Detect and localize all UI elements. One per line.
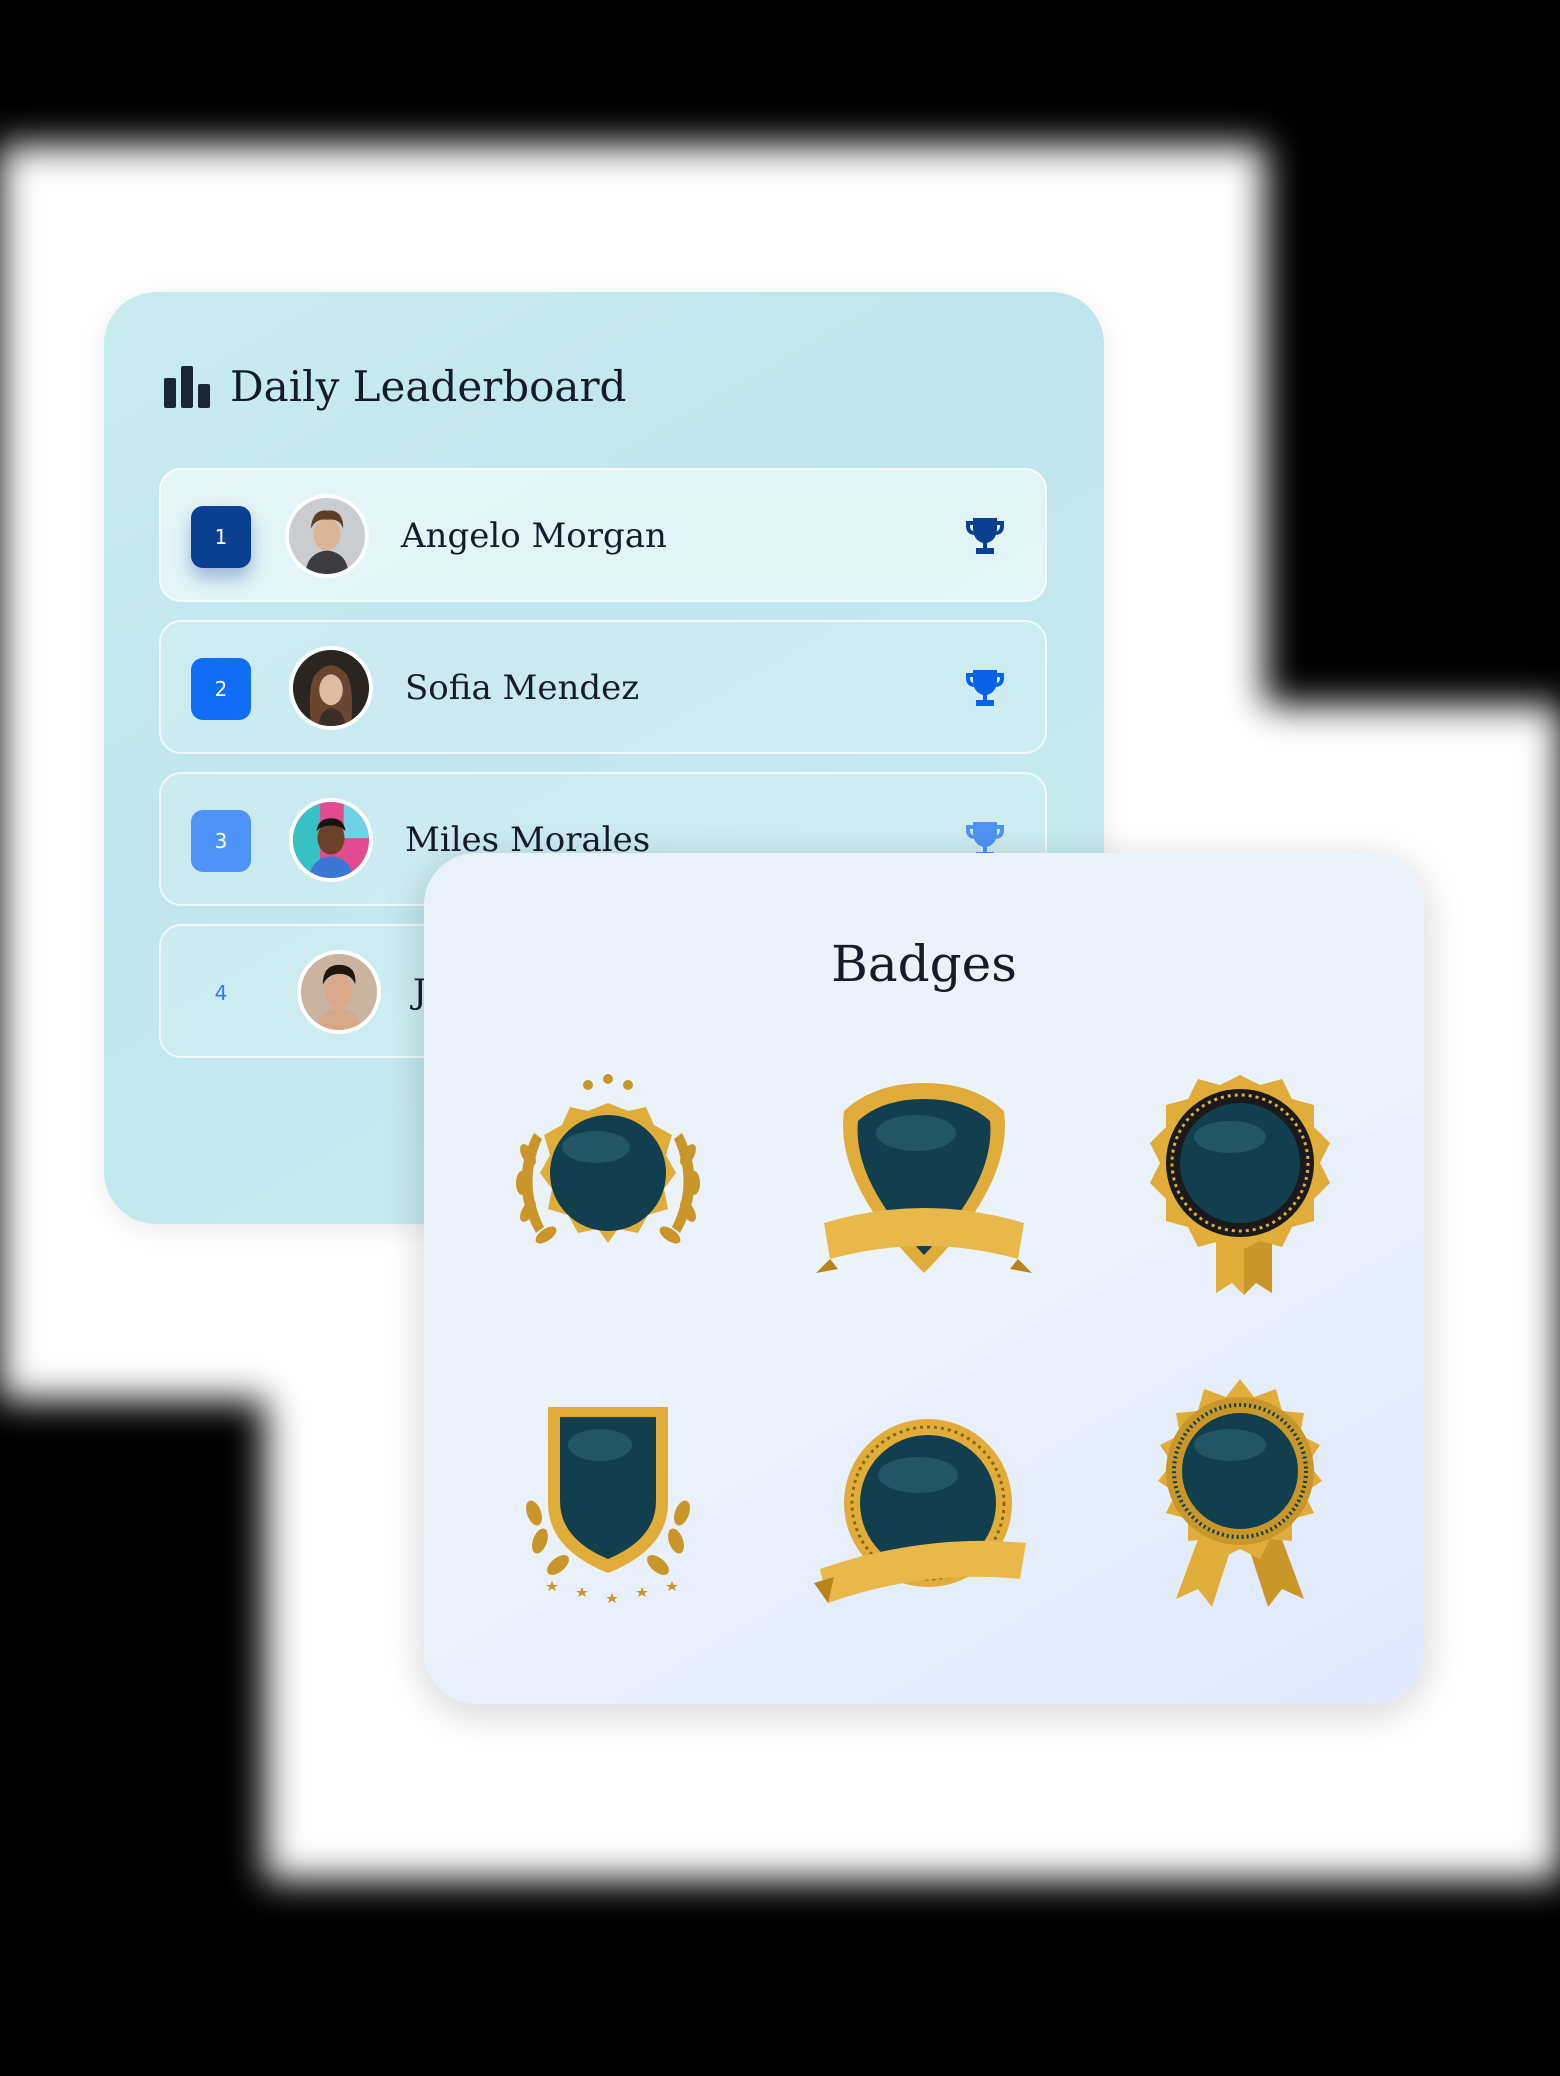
rank-badge: 4 [214,981,228,1005]
leaderboard-header: Daily Leaderboard [164,362,626,411]
rank-badge: 3 [191,810,251,872]
bar-chart-icon [164,365,210,408]
circle-ribbon-badge-icon[interactable] [804,1393,1044,1633]
shield-ribbon-badge-icon[interactable] [804,1063,1044,1303]
player-name: Angelo Morgan [401,516,667,556]
rank-badge: 2 [191,658,251,720]
seal-ribbon-badge-icon[interactable] [1120,1373,1360,1613]
laurel-wreath-badge-icon[interactable] [488,1063,728,1303]
avatar [285,494,369,578]
avatar [289,798,373,882]
trophy-icon [961,664,1009,712]
shield-laurel-badge-icon[interactable] [488,1383,728,1623]
avatar [289,646,373,730]
player-name: Sofia Mendez [405,668,640,708]
trophy-icon [961,512,1009,560]
badges-panel: Badges [424,853,1424,1704]
leaderboard-row[interactable]: 2 Sofia Mendez [159,620,1047,754]
rosette-ribbon-badge-icon[interactable] [1120,1063,1360,1303]
leaderboard-title: Daily Leaderboard [230,362,627,411]
rank-badge: 1 [191,506,251,568]
avatar [297,950,381,1034]
leaderboard-row[interactable]: 1 Angelo Morgan [159,468,1047,602]
badges-title: Badges [831,935,1017,993]
